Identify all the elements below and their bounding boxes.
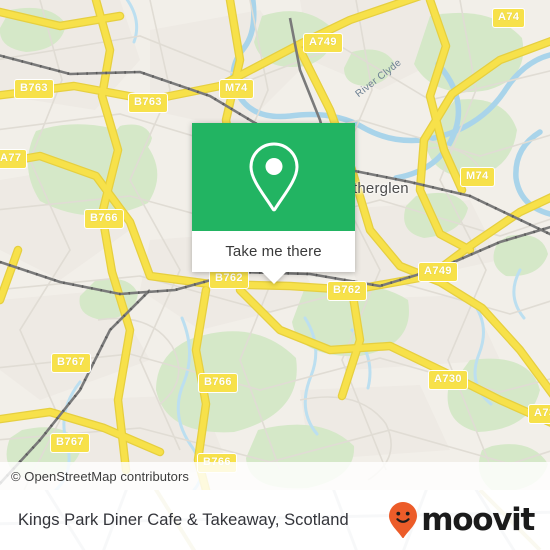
- popup-tail: [260, 271, 287, 284]
- openstreetmap-attribution[interactable]: © OpenStreetMap contributors: [11, 469, 189, 484]
- road-shield: B766: [198, 373, 238, 393]
- map-screenshot-page: B763 B763 M74 A749 A74 M74 A77 B766 B762 B762 A749…: [0, 0, 550, 550]
- moovit-pin-smiley-icon: [388, 501, 418, 539]
- road-shield: A73: [528, 404, 550, 424]
- map-pin-icon: [246, 140, 302, 214]
- take-me-there-label: Take me there: [225, 243, 322, 260]
- road-shield: A749: [418, 262, 458, 282]
- place-title: Kings Park Diner Cafe & Takeaway, Scotla…: [18, 510, 349, 529]
- road-shield: A74: [492, 8, 526, 28]
- road-shield: A749: [303, 33, 343, 53]
- road-shield: B763: [14, 79, 54, 99]
- page-footer: Kings Park Diner Cafe & Takeaway, Scotla…: [0, 490, 550, 550]
- road-shield: B767: [51, 353, 91, 373]
- road-shield: A77: [0, 149, 28, 169]
- popup-header: [192, 123, 355, 231]
- road-shield: B766: [84, 209, 124, 229]
- moovit-wordmark: moovit: [421, 501, 535, 538]
- road-shield: B767: [50, 433, 90, 453]
- popup-action-bar[interactable]: Take me there: [192, 231, 355, 272]
- road-shield: A730: [428, 370, 468, 390]
- moovit-logo[interactable]: moovit: [388, 501, 535, 539]
- road-shield: B762: [327, 281, 367, 301]
- place-label: therglen: [353, 180, 409, 197]
- road-shield: B762: [209, 269, 249, 289]
- road-shield: B763: [128, 93, 168, 113]
- road-shield: M74: [460, 167, 495, 187]
- map-attribution-bar: © OpenStreetMap contributors: [0, 462, 550, 490]
- road-shield: M74: [219, 79, 254, 99]
- map-canvas[interactable]: B763 B763 M74 A749 A74 M74 A77 B766 B762 B762 A749…: [0, 0, 550, 490]
- location-popup[interactable]: Take me there: [192, 123, 355, 284]
